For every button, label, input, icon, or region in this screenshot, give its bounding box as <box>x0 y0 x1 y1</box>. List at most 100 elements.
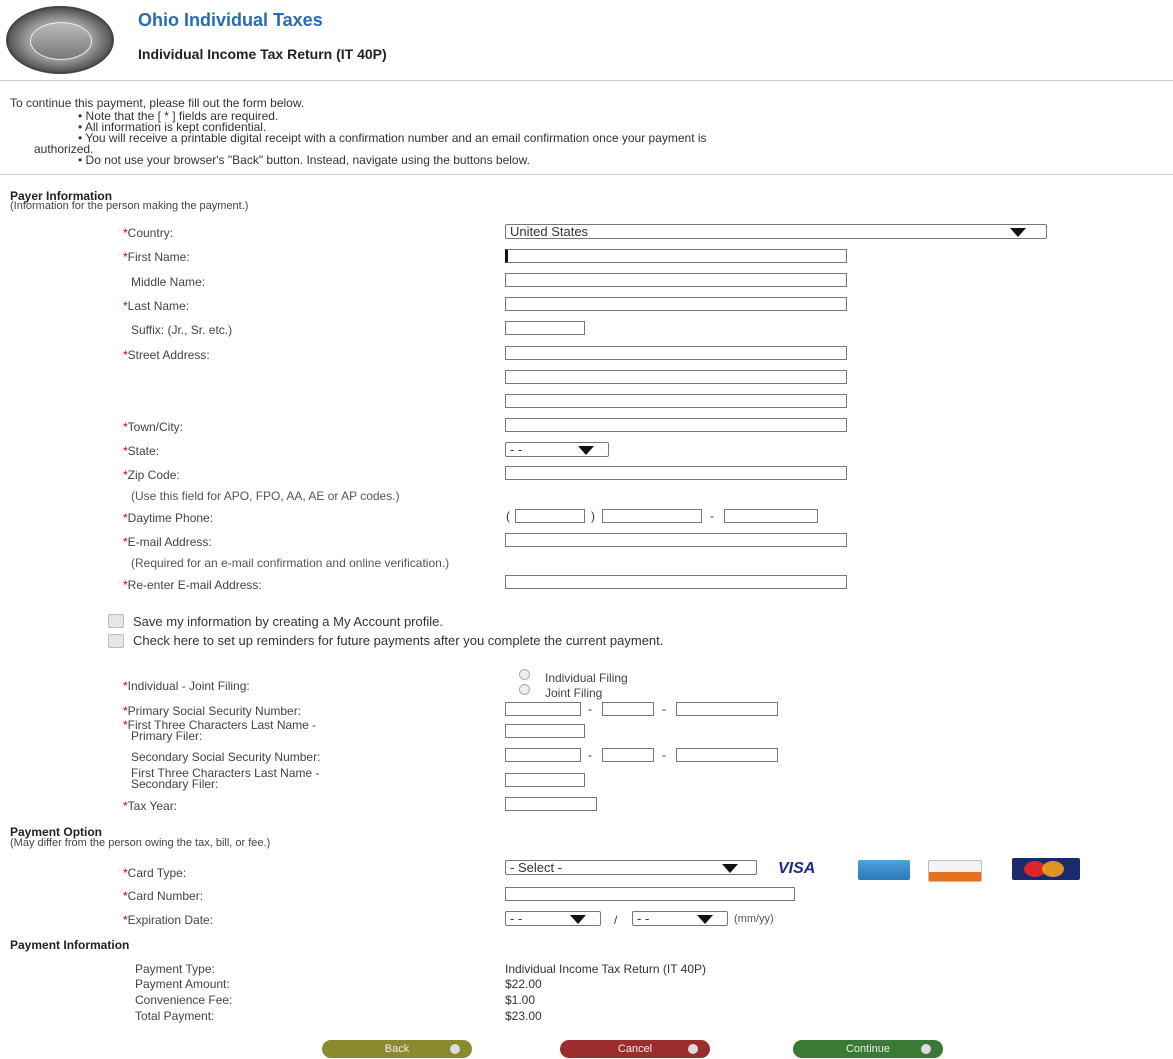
payment-amount-label: Payment Amount: <box>135 977 230 991</box>
phone-line-input[interactable] <box>724 509 818 523</box>
zip-hint: (Use this field for APO, FPO, AA, AE or … <box>131 489 400 503</box>
intro-text: To continue this payment, please fill ou… <box>10 96 305 110</box>
first-name-label: *First Name: <box>123 250 190 264</box>
amex-logo <box>858 860 910 880</box>
expiration-format-hint: (mm/yy) <box>734 913 774 925</box>
tax-year-label: *Tax Year: <box>123 799 178 813</box>
primary-ssn-label: *Primary Social Security Number: <box>123 704 302 718</box>
email-label: *E-mail Address: <box>123 535 212 549</box>
header-divider <box>0 80 1173 81</box>
payment-amount-value: $22.00 <box>505 977 542 991</box>
country-select[interactable]: United States <box>505 224 1047 239</box>
continue-button[interactable]: Continue <box>793 1040 943 1058</box>
state-label: *State: <box>123 444 160 458</box>
phone-dash: - <box>710 509 714 523</box>
reminders-label: Check here to set up reminders for futur… <box>133 633 664 648</box>
payment-type-value: Individual Income Tax Return (IT 40P) <box>505 962 706 976</box>
expiration-month-select[interactable]: - - <box>505 911 601 926</box>
primary-ssn-input-1[interactable] <box>505 702 581 716</box>
chevron-down-icon <box>697 915 713 924</box>
individual-filing-radio[interactable] <box>519 669 530 680</box>
arrow-circle-icon <box>921 1044 931 1054</box>
save-profile-label: Save my information by creating a My Acc… <box>133 614 443 629</box>
ssn-dash: - <box>588 702 592 716</box>
page-title: Ohio Individual Taxes <box>138 10 323 30</box>
discover-logo <box>928 860 982 882</box>
total-payment-value: $23.00 <box>505 1009 542 1023</box>
middle-name-input[interactable] <box>505 273 847 287</box>
chevron-down-icon <box>578 446 594 455</box>
phone-label: *Daytime Phone: <box>123 511 214 525</box>
payment-option-subtitle: (May differ from the person owing the ta… <box>10 837 271 849</box>
zip-input[interactable] <box>505 466 847 480</box>
reenter-email-label: *Re-enter E-mail Address: <box>123 578 262 592</box>
suffix-input[interactable] <box>505 321 585 335</box>
town-label: *Town/City: <box>123 420 184 434</box>
state-select[interactable]: - - <box>505 442 609 457</box>
ssn-dash: - <box>662 702 666 716</box>
expiration-label: *Expiration Date: <box>123 913 214 927</box>
card-type-label: *Card Type: <box>123 866 187 880</box>
primary-name-input[interactable] <box>505 724 585 738</box>
phone-paren-close: ) <box>591 509 595 523</box>
email-input[interactable] <box>505 533 847 547</box>
card-number-input[interactable] <box>505 887 795 901</box>
joint-filing-label: Joint Filing <box>545 686 603 700</box>
last-name-label: *Last Name: <box>123 299 190 313</box>
payment-info-title: Payment Information <box>10 938 130 952</box>
arrow-circle-icon <box>450 1044 460 1054</box>
street-address-input-1[interactable] <box>505 346 847 360</box>
zip-label: *Zip Code: <box>123 468 180 482</box>
intro-bullets: • Note that the [ * ] fields are require… <box>34 110 751 166</box>
street-address-input-2[interactable] <box>505 370 847 384</box>
secondary-ssn-input-2[interactable] <box>602 748 654 762</box>
chevron-down-icon <box>570 915 586 924</box>
secondary-name-input[interactable] <box>505 773 585 787</box>
secondary-ssn-input-1[interactable] <box>505 748 581 762</box>
reenter-email-input[interactable] <box>505 575 847 589</box>
tax-year-input[interactable] <box>505 797 597 811</box>
payment-type-label: Payment Type: <box>135 962 215 976</box>
last-name-input[interactable] <box>505 297 847 311</box>
chevron-down-icon <box>1010 228 1026 237</box>
middle-name-label: Middle Name: <box>131 275 206 289</box>
cancel-button[interactable]: Cancel <box>560 1040 710 1058</box>
primary-ssn-input-2[interactable] <box>602 702 654 716</box>
bullet-receipt-cont: authorized. <box>34 142 94 156</box>
save-profile-checkbox[interactable] <box>108 614 124 628</box>
back-button[interactable]: Back <box>322 1040 472 1058</box>
street-address-input-3[interactable] <box>505 394 847 408</box>
convenience-fee-label: Convenience Fee: <box>135 993 233 1007</box>
primary-name-label: *First Three Characters Last Name - Prima… <box>123 718 317 743</box>
street-address-label: *Street Address: <box>123 348 210 362</box>
mastercard-logo <box>1012 858 1080 880</box>
expiration-slash: / <box>614 913 618 927</box>
expiration-year-select[interactable]: - - <box>632 911 728 926</box>
intro-divider <box>0 174 1173 175</box>
secondary-ssn-label: Secondary Social Security Number: <box>131 750 321 764</box>
chevron-down-icon <box>722 864 738 873</box>
phone-paren-open: ( <box>506 509 510 523</box>
first-name-input[interactable] <box>505 249 847 263</box>
country-label: *Country: <box>123 226 174 240</box>
secondary-ssn-input-3[interactable] <box>676 748 778 762</box>
primary-ssn-input-3[interactable] <box>676 702 778 716</box>
phone-prefix-input[interactable] <box>602 509 702 523</box>
reminders-checkbox[interactable] <box>108 634 124 648</box>
card-number-label: *Card Number: <box>123 889 204 903</box>
page-subtitle: Individual Income Tax Return (IT 40P) <box>138 46 387 62</box>
phone-area-input[interactable] <box>515 509 585 523</box>
joint-filing-radio[interactable] <box>519 684 530 695</box>
ssn-dash: - <box>662 748 666 762</box>
suffix-label: Suffix: (Jr., Sr. etc.) <box>131 323 233 337</box>
individual-filing-label: Individual Filing <box>545 671 628 685</box>
secondary-name-label: First Three Characters Last Name - Second… <box>131 766 320 791</box>
bullet-receipt: • You will receive a printable digital r… <box>78 131 707 145</box>
card-type-select[interactable]: - Select - <box>505 860 757 875</box>
convenience-fee-value: $1.00 <box>505 993 536 1007</box>
payer-section-subtitle: (Information for the person making the p… <box>10 200 249 212</box>
email-hint: (Required for an e-mail confirmation and… <box>131 556 450 570</box>
town-input[interactable] <box>505 418 847 432</box>
filing-label: *Individual - Joint Filing: <box>123 679 250 693</box>
visa-logo: VISA <box>778 860 816 877</box>
